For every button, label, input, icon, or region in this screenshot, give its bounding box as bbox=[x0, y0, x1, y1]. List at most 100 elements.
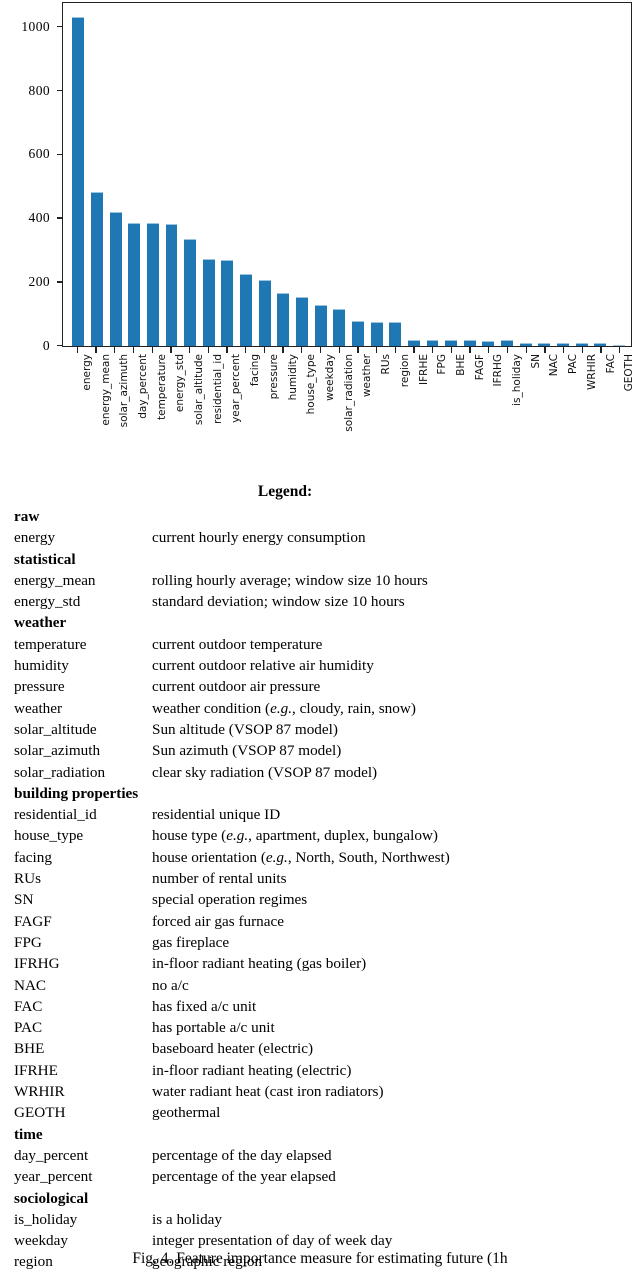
legend-rows: raw energy current hourly energy consumpti… bbox=[0, 506, 640, 1273]
x-axis-tick bbox=[124, 347, 143, 353]
bar-slot bbox=[255, 3, 274, 346]
legend-description: forced air gas furnace bbox=[152, 912, 284, 930]
x-axis-tick bbox=[536, 347, 555, 353]
legend-row: solar_radiation clear sky radiation (VSOP… bbox=[14, 762, 640, 783]
legend-row: is_holiday is a holiday bbox=[14, 1209, 640, 1230]
x-axis-tick bbox=[87, 347, 106, 353]
bar bbox=[165, 224, 178, 346]
legend-description: house type (e.g., apartment, duplex, bun… bbox=[152, 827, 438, 845]
legend-row: house_type house type (e.g., apartment, d… bbox=[14, 825, 640, 846]
bar bbox=[333, 308, 346, 346]
x-axis-tick bbox=[330, 347, 349, 353]
legend-row: BHE baseboard heater (electric) bbox=[14, 1038, 640, 1059]
bar-slot bbox=[88, 3, 107, 346]
legend-term: IFRHG bbox=[14, 955, 60, 973]
bar bbox=[109, 211, 122, 346]
legend-row: energy_std standard deviation; window siz… bbox=[14, 591, 640, 612]
legend-description: is a holiday bbox=[152, 1210, 223, 1228]
legend-term: FAC bbox=[14, 997, 43, 1015]
legend-description: no a/c bbox=[152, 976, 189, 994]
legend-term: PAC bbox=[14, 1019, 43, 1037]
bar-slot bbox=[162, 3, 181, 346]
legend-description: water radiant heat (cast iron radiators) bbox=[152, 1083, 384, 1101]
legend-term: solar_azimuth bbox=[14, 742, 101, 760]
x-axis-tick bbox=[68, 347, 87, 353]
bar-slot bbox=[423, 3, 442, 346]
x-axis-labels: energy energy_mean solar_azimuth day_percen… bbox=[62, 354, 635, 467]
legend-row: IFRHG in-floor radiant heating (gas boile… bbox=[14, 953, 640, 974]
x-axis-tick bbox=[236, 347, 255, 353]
bar bbox=[72, 17, 85, 346]
legend-description: house orientation (e.g., North, South, N… bbox=[152, 848, 450, 866]
x-axis-tick bbox=[498, 347, 517, 353]
x-axis-tick bbox=[479, 347, 498, 353]
legend-term: WRHIR bbox=[14, 1083, 65, 1101]
y-axis-tick-label: 800 bbox=[28, 82, 50, 98]
y-axis-tick: 0 bbox=[43, 338, 62, 353]
y-axis-tick: 200 bbox=[29, 274, 62, 289]
legend-description: in-floor radiant heating (electric) bbox=[152, 1061, 352, 1079]
legend-group-heading: statistical bbox=[14, 550, 76, 568]
x-axis-tick bbox=[199, 347, 218, 353]
legend-description: current hourly energy consumption bbox=[152, 529, 366, 547]
x-axis-label-slot: solar_azimuth bbox=[105, 354, 130, 467]
bar bbox=[575, 342, 588, 346]
y-axis-tick: 1000 bbox=[21, 19, 62, 34]
y-axis-tick: 600 bbox=[29, 147, 62, 161]
x-axis-tick bbox=[442, 347, 461, 353]
bar-slot bbox=[125, 3, 144, 346]
legend-term: NAC bbox=[14, 976, 47, 994]
legend-description: current outdoor air pressure bbox=[152, 678, 321, 696]
bar bbox=[221, 260, 234, 346]
legend-term: solar_radiation bbox=[14, 763, 106, 781]
x-axis-tick bbox=[573, 347, 592, 353]
legend-term: RUs bbox=[14, 870, 42, 888]
legend-group-heading: time bbox=[14, 1125, 43, 1143]
x-axis-tick bbox=[554, 347, 573, 353]
legend-row: FAGF forced air gas furnace bbox=[14, 911, 640, 932]
bar-slot bbox=[572, 3, 591, 346]
legend-term: energy_mean bbox=[14, 571, 96, 589]
legend-description: Sun azimuth (VSOP 87 model) bbox=[152, 742, 342, 760]
bar-slot bbox=[554, 3, 573, 346]
x-axis-label-slot: weather bbox=[349, 354, 373, 467]
legend-term: house_type bbox=[14, 827, 84, 845]
legend-term: GEOTH bbox=[14, 1104, 66, 1122]
legend-term: BHE bbox=[14, 1040, 45, 1058]
y-axis-tick-label: 400 bbox=[28, 210, 50, 226]
legend-row: solar_altitude Sun altitude (VSOP 87 mode… bbox=[14, 719, 640, 740]
legend-description: Sun altitude (VSOP 87 model) bbox=[152, 720, 338, 738]
legend-group-heading: sociological bbox=[14, 1189, 89, 1207]
bar bbox=[501, 340, 514, 346]
bar-slot bbox=[144, 3, 163, 346]
bar bbox=[407, 339, 420, 346]
legend-term: residential_id bbox=[14, 806, 97, 824]
x-axis-label-slot: temperature bbox=[143, 354, 168, 467]
x-axis-tick bbox=[349, 347, 368, 353]
legend-description: clear sky radiation (VSOP 87 model) bbox=[152, 763, 378, 781]
x-axis-tick bbox=[517, 347, 536, 353]
bar bbox=[557, 343, 569, 346]
x-axis-tick bbox=[367, 347, 386, 353]
legend-description: percentage of the year elapsed bbox=[152, 1168, 336, 1186]
legend-term: facing bbox=[14, 848, 52, 866]
bar bbox=[612, 344, 625, 346]
legend-row: WRHIR water radiant heat (cast iron radia… bbox=[14, 1081, 640, 1102]
bar bbox=[538, 343, 551, 346]
bar-slot bbox=[349, 3, 368, 346]
bar-slot bbox=[405, 3, 424, 346]
x-axis-label-slot: energy_std bbox=[162, 354, 186, 467]
bar-slot bbox=[460, 3, 479, 346]
x-axis-label-slot: facing bbox=[236, 354, 261, 467]
bar bbox=[351, 320, 364, 346]
x-axis-label-slot: FPG bbox=[423, 354, 448, 467]
legend-term: energy_std bbox=[14, 593, 81, 611]
bar bbox=[184, 238, 197, 346]
x-axis-label-slot: WRHIR bbox=[573, 354, 598, 467]
bar bbox=[482, 340, 495, 346]
legend-term: SN bbox=[14, 891, 34, 909]
x-axis-label-slot: day_percent bbox=[124, 354, 149, 467]
bar-slot bbox=[591, 3, 610, 346]
x-axis-label-slot: IFRHG bbox=[479, 354, 504, 467]
bar-slot bbox=[367, 3, 386, 346]
